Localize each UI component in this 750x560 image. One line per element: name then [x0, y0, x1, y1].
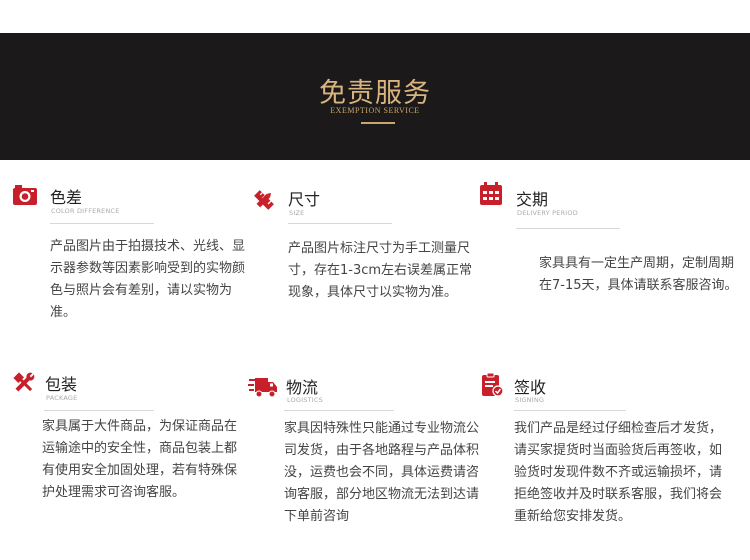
title-divider — [361, 122, 395, 124]
truck-icon — [248, 374, 278, 400]
item-subtitle: DELIVERY PERIOD — [517, 209, 578, 217]
clipboard-check-icon — [479, 372, 505, 398]
item-title: 包装 — [45, 375, 78, 394]
item-divider — [44, 410, 154, 411]
item-subtitle: PACKAGE — [46, 394, 78, 402]
item-body: 家具属于大件商品，为保证商品在运输途中的安全性，商品包装上都有使用安全加固处理，… — [42, 419, 238, 500]
ruler-pencil-icon — [251, 187, 277, 213]
item-title: 物流 — [286, 378, 319, 397]
item-title: 尺寸 — [288, 190, 321, 209]
calendar-icon — [478, 181, 504, 207]
item-body: 产品图片由于拍摄技术、光线、显示器参数等因素影响受到的实物颜色与照片会有差别，请… — [50, 239, 246, 320]
item-subtitle: SIGNING — [515, 396, 545, 404]
item-divider — [516, 228, 620, 229]
page-title: 免责服务 — [319, 78, 431, 109]
item-body: 我们产品是经过仔细检查后才发货，请买家提货时当面验货后再签收，如验货时发现件数不… — [514, 421, 723, 524]
item-body: 家具具有一定生产周期，定制周期在7-15天，具体请联系客服咨询。 — [539, 256, 738, 293]
item-divider — [288, 223, 392, 224]
item-subtitle: COLOR DIFFERENCE — [51, 207, 120, 215]
camera-icon — [12, 183, 38, 209]
item-subtitle: SIZE — [289, 209, 305, 217]
tools-icon — [11, 370, 37, 396]
item-divider — [50, 223, 154, 224]
header-banner: 免责服务 EXEMPTION SERVICE — [0, 33, 750, 160]
item-body: 家具因特殊性只能通过专业物流公司发货，由于各地路程与产品体积没，运费也会不同，具… — [284, 421, 480, 524]
item-title: 交期 — [516, 190, 549, 209]
item-body: 产品图片标注尺寸为手工测量尺寸，存在1-3cm左右误差属正常现象，具体尺寸以实物… — [288, 241, 473, 300]
item-title: 色差 — [50, 188, 83, 207]
item-title: 签收 — [514, 378, 547, 397]
item-divider — [514, 410, 626, 411]
item-subtitle: LOGISTICS — [287, 396, 323, 404]
item-divider — [284, 410, 394, 411]
page-subtitle: EXEMPTION SERVICE — [330, 106, 420, 115]
